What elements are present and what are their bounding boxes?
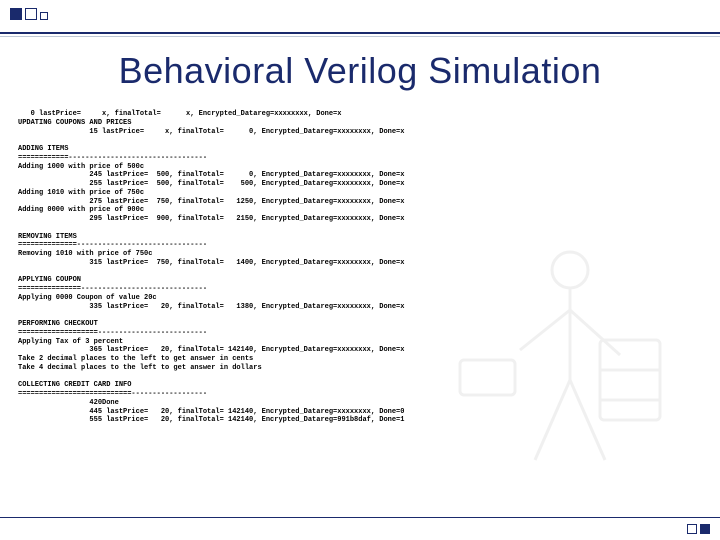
slide-title: Behavioral Verilog Simulation — [0, 50, 720, 92]
deco-square — [687, 524, 697, 534]
rule-top-secondary — [0, 36, 720, 37]
deco-square — [700, 524, 710, 534]
corner-decoration-bottom-right — [687, 524, 710, 534]
corner-decoration-top-left — [10, 8, 48, 20]
deco-square — [40, 12, 48, 20]
deco-square — [25, 8, 37, 20]
rule-bottom — [0, 517, 720, 518]
simulation-log: 0 lastPrice= x, finalTotal= x, Encrypted… — [18, 110, 702, 425]
deco-square — [10, 8, 22, 20]
rule-top — [0, 32, 720, 34]
